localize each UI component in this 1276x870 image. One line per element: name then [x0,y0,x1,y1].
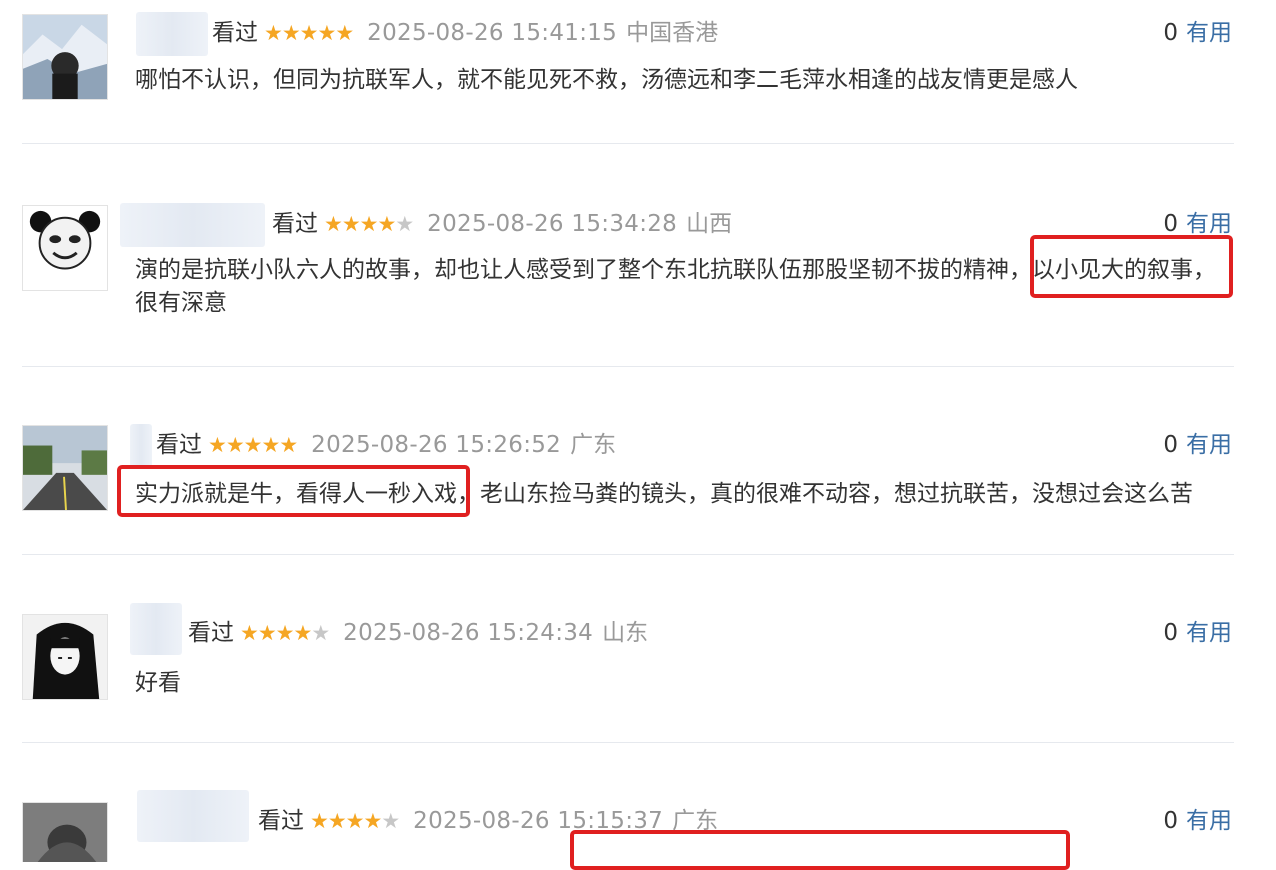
star-filled-icon: ★ [327,809,347,833]
useful-count: 0 [1163,211,1178,237]
avatar[interactable] [22,802,108,862]
star-filled-icon: ★ [317,21,336,45]
comment-time: 2025-08-26 15:34:28 [427,211,678,237]
rating-stars: ★★★★★ [208,430,298,460]
comment-header: 看过 ★★★★★ 2025-08-26 15:24:34 山东 [188,618,648,648]
useful-count: 0 [1163,20,1178,46]
seen-label: 看过 [188,620,234,646]
useful-vote: 0 有用 [1163,618,1232,648]
comment-time: 2025-08-26 15:26:52 [311,432,562,458]
comment-header: 看过 ★★★★★ 2025-08-26 15:26:52 广东 [156,430,616,460]
useful-vote: 0 有用 [1163,806,1232,836]
star-filled-icon: ★ [261,433,280,457]
divider [22,554,1234,555]
star-filled-icon: ★ [240,621,259,645]
rating-stars: ★★★★★ [264,18,354,48]
rating-stars: ★★★★★ [240,618,330,648]
avatar[interactable] [22,425,108,511]
comment-time: 2025-08-26 15:24:34 [343,620,594,646]
rating-stars: ★★★★★ [310,806,400,836]
star-filled-icon: ★ [345,809,365,833]
avatar[interactable] [22,205,108,291]
useful-vote: 0 有用 [1163,18,1232,48]
star-filled-icon: ★ [264,21,283,45]
divider [22,366,1234,367]
star-filled-icon: ★ [225,433,245,457]
comment-time: 2025-08-26 15:41:15 [367,20,618,46]
comment-header: 看过 ★★★★★ 2025-08-26 15:34:28 山西 [272,209,732,239]
star-filled-icon: ★ [275,621,295,645]
useful-button[interactable]: 有用 [1186,211,1232,237]
star-filled-icon: ★ [363,809,382,833]
star-filled-icon: ★ [299,21,319,45]
star-filled-icon: ★ [279,433,298,457]
comment-text: 哪怕不认识，但同为抗联军人，就不能见死不救，汤德远和李二毛萍水相逢的战友情更是感… [135,67,1078,93]
star-filled-icon: ★ [243,433,263,457]
divider [22,742,1234,743]
star-filled-icon: ★ [293,621,312,645]
star-empty-icon: ★ [311,621,330,645]
star-filled-icon: ★ [335,21,354,45]
useful-count: 0 [1163,620,1178,646]
comment-location: 山东 [602,620,649,646]
star-filled-icon: ★ [377,212,396,236]
star-empty-icon: ★ [395,212,414,236]
divider [22,143,1234,144]
seen-label: 看过 [212,20,258,46]
star-filled-icon: ★ [257,621,277,645]
avatar[interactable] [22,614,108,700]
username-blurred[interactable] [136,12,208,56]
highlight-box [1030,235,1233,298]
username-blurred[interactable] [130,603,182,655]
useful-count: 0 [1163,808,1178,834]
star-empty-icon: ★ [381,809,400,833]
seen-label: 看过 [272,211,318,237]
rating-stars: ★★★★★ [324,209,414,239]
username-blurred[interactable] [120,203,265,247]
username-blurred[interactable] [137,790,249,842]
star-filled-icon: ★ [310,809,329,833]
useful-vote: 0 有用 [1163,430,1232,460]
seen-label: 看过 [156,432,202,458]
highlight-box [570,830,1070,870]
seen-label: 看过 [258,808,304,834]
comment-location: 山西 [686,211,733,237]
comment-text-continued: 很有深意 [135,290,227,316]
comment-location: 广东 [570,432,617,458]
comment-text: 好看 [135,670,181,696]
comment-header: 看过 ★★★★★ 2025-08-26 15:41:15 中国香港 [212,18,718,48]
star-filled-icon: ★ [359,212,379,236]
star-filled-icon: ★ [281,21,301,45]
useful-count: 0 [1163,432,1178,458]
star-filled-icon: ★ [324,212,343,236]
useful-button[interactable]: 有用 [1186,808,1232,834]
useful-button[interactable]: 有用 [1186,620,1232,646]
star-filled-icon: ★ [341,212,361,236]
useful-button[interactable]: 有用 [1186,20,1232,46]
highlight-box [117,465,470,517]
avatar[interactable] [22,14,108,100]
star-filled-icon: ★ [208,433,227,457]
comment-location: 中国香港 [626,20,719,46]
useful-button[interactable]: 有用 [1186,432,1232,458]
username-blurred[interactable] [130,424,152,468]
